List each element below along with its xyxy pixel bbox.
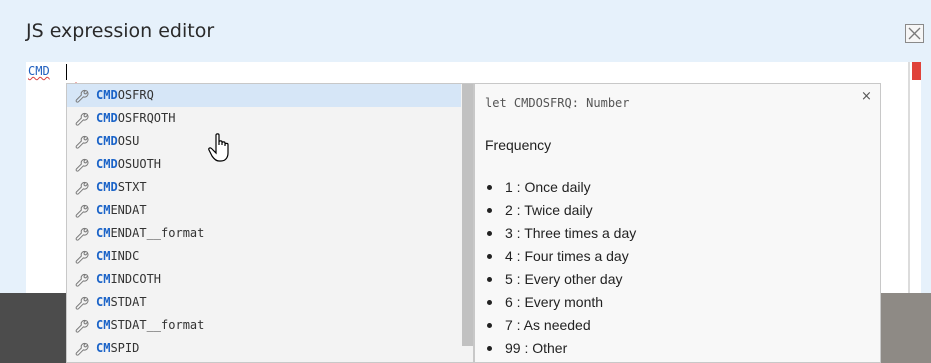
wrench-icon bbox=[75, 249, 89, 264]
autocomplete-list[interactable]: CMDOSFRQ CMDOSFRQOTH CMDOSU CMDOSUOTH CMDSTX… bbox=[66, 83, 474, 363]
autocomplete-item[interactable]: CMSTDAT bbox=[67, 291, 461, 314]
bullet-icon bbox=[487, 231, 492, 236]
bullet-icon bbox=[487, 185, 492, 190]
wrench-icon bbox=[75, 180, 89, 195]
autocomplete-item[interactable]: CMSPID bbox=[67, 337, 461, 360]
autocomplete-item-label: CMENDAT__format bbox=[96, 226, 205, 240]
autocomplete-item-label: CMDOSFRQ bbox=[96, 88, 154, 102]
wrench-icon bbox=[75, 341, 89, 356]
wrench-icon bbox=[75, 134, 89, 149]
text-cursor bbox=[66, 64, 67, 80]
bullet-icon bbox=[487, 208, 492, 213]
autocomplete-item-label: CMENDAT bbox=[96, 203, 147, 217]
doc-close-button[interactable]: × bbox=[861, 89, 872, 104]
autocomplete-item-label: CMDOSUOTH bbox=[96, 157, 162, 171]
autocomplete-item[interactable]: CMENDAT__format bbox=[67, 222, 461, 245]
bullet-icon bbox=[487, 254, 492, 259]
autocomplete-item[interactable]: CMINDCOTH bbox=[67, 268, 461, 291]
autocomplete-item-label: CMINDC bbox=[96, 249, 140, 263]
autocomplete-item-label: CMSPID bbox=[96, 341, 140, 355]
code-text[interactable]: CMD bbox=[28, 64, 50, 78]
doc-description: Frequency bbox=[485, 137, 552, 153]
wrench-icon bbox=[75, 295, 89, 310]
bullet-icon bbox=[487, 277, 492, 282]
doc-option-item: 1 : Once daily bbox=[485, 176, 636, 199]
autocomplete-item-label: CMDOSU bbox=[96, 134, 140, 148]
bullet-icon bbox=[487, 300, 492, 305]
wrench-icon bbox=[75, 88, 89, 103]
editor-margin bbox=[908, 62, 910, 293]
doc-option-item: 99 : Other bbox=[485, 337, 636, 360]
doc-option-item: 7 : As needed bbox=[485, 314, 636, 337]
wrench-icon bbox=[75, 111, 89, 126]
wrench-icon bbox=[75, 318, 89, 333]
wrench-icon bbox=[75, 226, 89, 241]
documentation-panel: let CMDOSFRQ: Number × Frequency 1 : Onc… bbox=[474, 83, 881, 363]
autocomplete-item[interactable]: CMENDAT bbox=[67, 199, 461, 222]
doc-option-item: 6 : Every month bbox=[485, 291, 636, 314]
autocomplete-item-label: CMSTDAT bbox=[96, 295, 147, 309]
autocomplete-item-label: CMINDCOTH bbox=[96, 272, 162, 286]
doc-option-item: 2 : Twice daily bbox=[485, 199, 636, 222]
autocomplete-item-label: CMDSTXT bbox=[96, 180, 147, 194]
close-dialog-button[interactable] bbox=[905, 24, 924, 43]
close-icon bbox=[908, 27, 921, 40]
bullet-icon bbox=[487, 323, 492, 328]
autocomplete-item[interactable]: CMSTDAT__format bbox=[67, 314, 461, 337]
autocomplete-item-label: CMSTDAT__format bbox=[96, 318, 205, 332]
hand-pointer-icon bbox=[208, 133, 229, 162]
autocomplete-item[interactable]: CMDOSFRQ bbox=[67, 84, 461, 107]
dialog-title: JS expression editor bbox=[26, 20, 215, 42]
autocomplete-item[interactable]: CMDOSFRQOTH bbox=[67, 107, 461, 130]
doc-option-item: 5 : Every other day bbox=[485, 268, 636, 291]
error-marker[interactable] bbox=[912, 62, 921, 80]
doc-options-list: 1 : Once daily 2 : Twice daily 3 : Three t… bbox=[485, 176, 636, 360]
wrench-icon bbox=[75, 157, 89, 172]
autocomplete-item[interactable]: CMDSTXT bbox=[67, 176, 461, 199]
wrench-icon bbox=[75, 203, 89, 218]
autocomplete-item[interactable]: CMDOSU bbox=[67, 130, 461, 153]
doc-signature: let CMDOSFRQ: Number bbox=[485, 96, 630, 110]
autocomplete-item[interactable]: CMINDC bbox=[67, 245, 461, 268]
autocomplete-item[interactable]: CMDOSUOTH bbox=[67, 153, 461, 176]
autocomplete-scrollbar[interactable] bbox=[462, 84, 473, 346]
autocomplete-item-label: CMDOSFRQOTH bbox=[96, 111, 176, 125]
doc-option-item: 4 : Four times a day bbox=[485, 245, 636, 268]
wrench-icon bbox=[75, 272, 89, 287]
doc-option-item: 3 : Three times a day bbox=[485, 222, 636, 245]
bullet-icon bbox=[487, 346, 492, 351]
